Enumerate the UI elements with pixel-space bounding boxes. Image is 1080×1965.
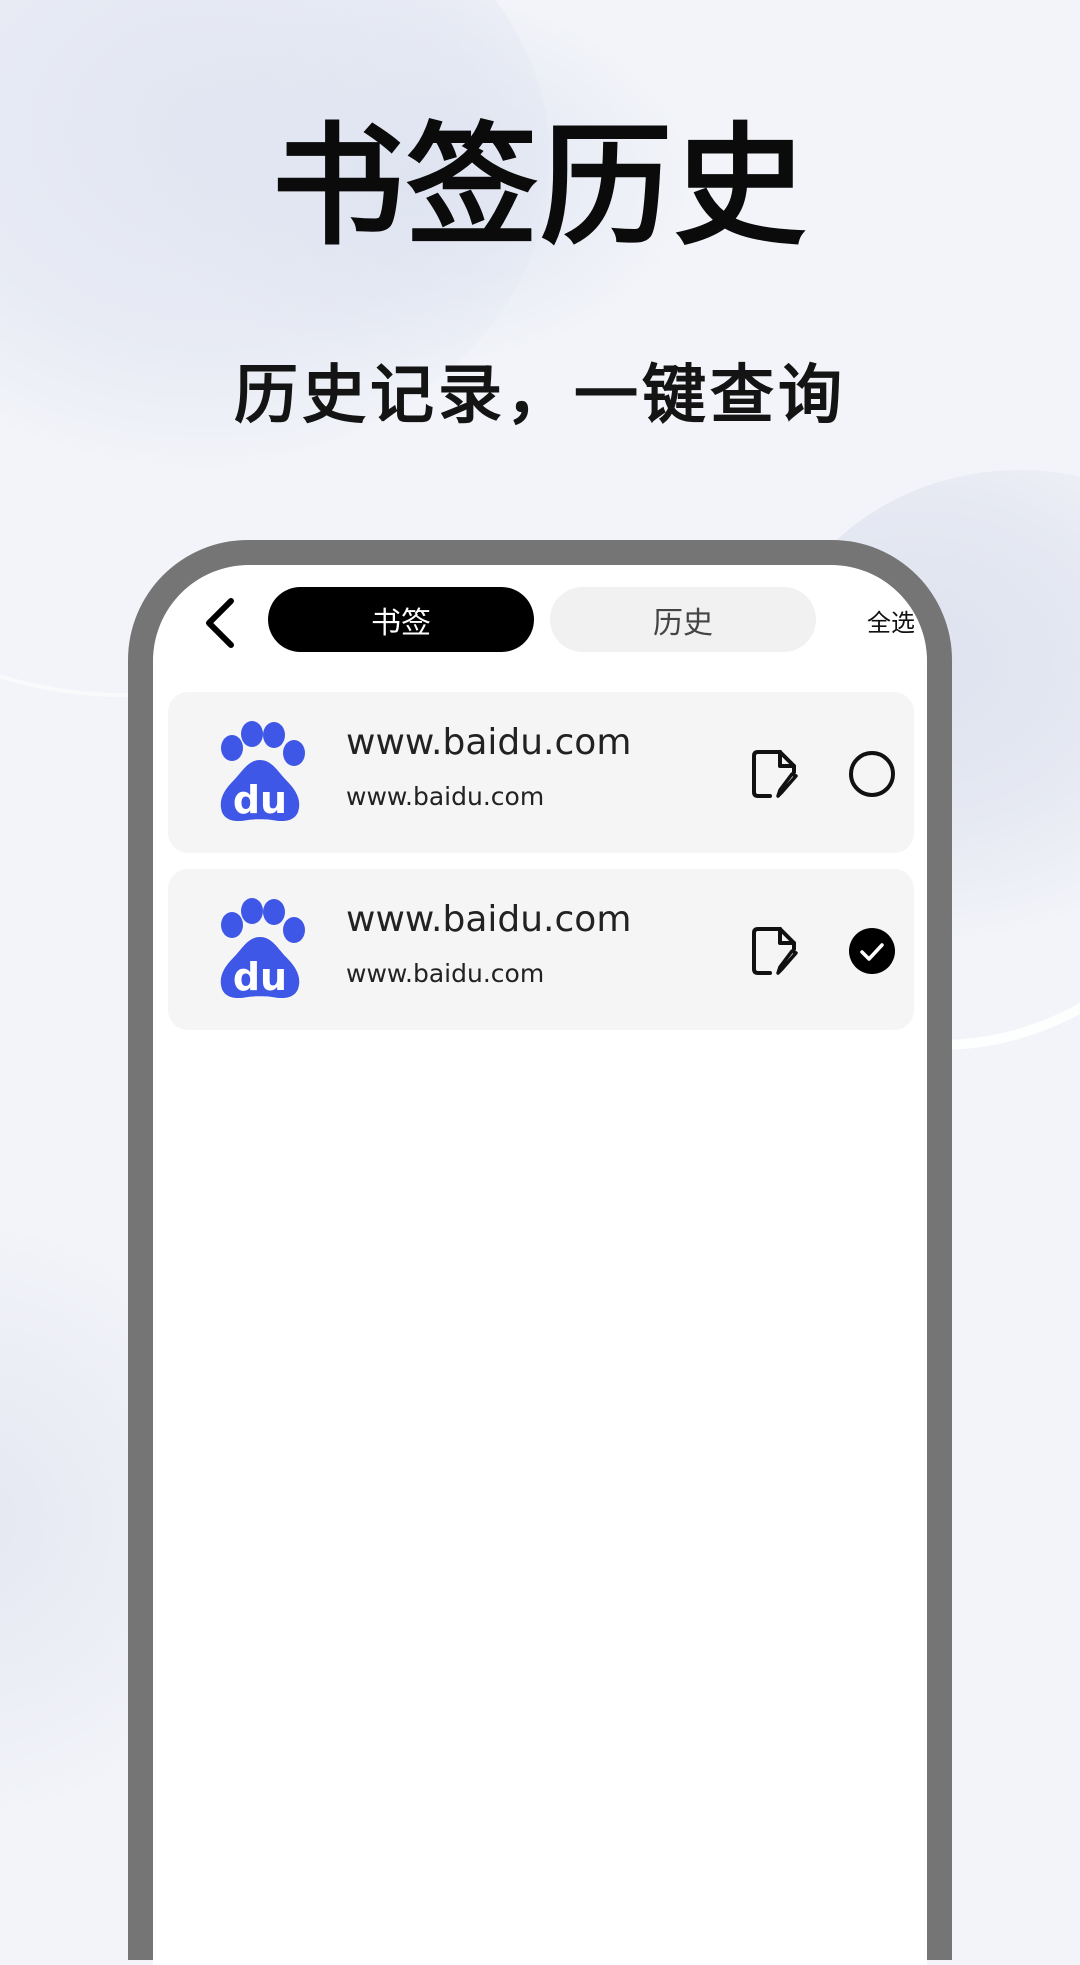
back-button[interactable] [191, 593, 251, 653]
tab-history-label: 历史 [653, 605, 713, 641]
select-all-button[interactable]: 全选 [867, 603, 915, 638]
item-title: www.baidu.com [346, 722, 632, 763]
select-checkbox-unchecked[interactable] [848, 750, 896, 798]
promo-title: 书签历史 [272, 110, 808, 264]
phone-frame: 书签 历史 全选 du www.baidu.com www.baidu.com [128, 540, 952, 1965]
select-checkbox-checked[interactable] [848, 927, 896, 975]
chevron-left-icon [206, 598, 234, 648]
edit-file-icon[interactable] [750, 748, 800, 800]
phone-screen: 书签 历史 全选 du www.baidu.com www.baidu.com [153, 565, 927, 1965]
edit-file-icon[interactable] [750, 925, 800, 977]
item-url: www.baidu.com [346, 959, 545, 988]
bookmark-list: du www.baidu.com www.baidu.com du www.ba… [168, 692, 914, 1046]
baidu-logo-icon: du [220, 721, 305, 822]
item-url: www.baidu.com [346, 782, 545, 811]
promo-subtitle: 历史记录，一键查询 [234, 359, 846, 433]
svg-text:du: du [233, 778, 287, 822]
item-title: www.baidu.com [346, 899, 632, 940]
list-item[interactable]: du www.baidu.com www.baidu.com [168, 692, 914, 853]
svg-text:du: du [233, 955, 287, 999]
tab-bookmarks[interactable]: 书签 [268, 587, 534, 652]
list-item[interactable]: du www.baidu.com www.baidu.com [168, 869, 914, 1030]
tab-history[interactable]: 历史 [550, 587, 816, 652]
baidu-logo-icon: du [220, 898, 305, 999]
tab-bookmarks-label: 书签 [371, 605, 431, 641]
